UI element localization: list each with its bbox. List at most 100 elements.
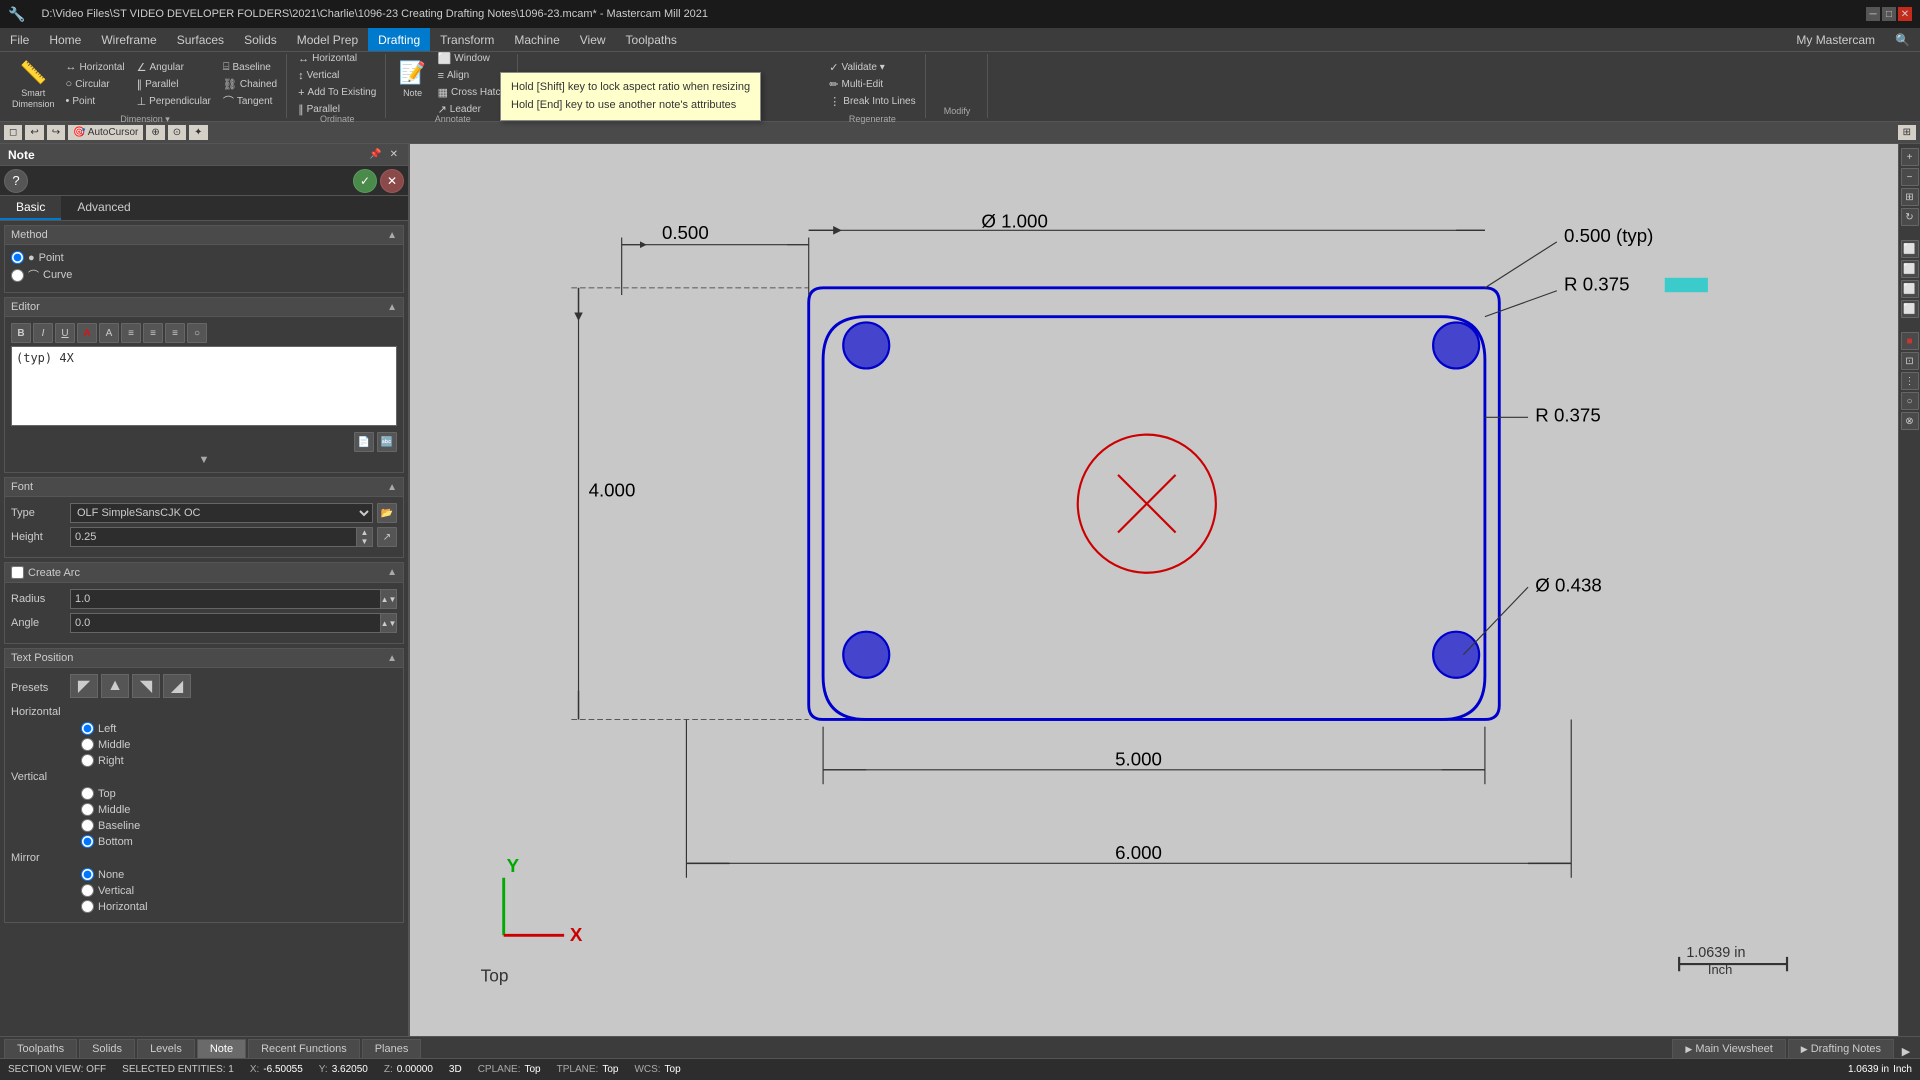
align-center-btn[interactable]: ≡: [143, 323, 163, 343]
menu-drafting[interactable]: Drafting: [368, 28, 430, 51]
right-misc2[interactable]: ⊡: [1901, 352, 1919, 370]
minimize-button[interactable]: ─: [1866, 7, 1880, 21]
menu-solids[interactable]: Solids: [234, 28, 287, 51]
align-right-btn[interactable]: ≡: [165, 323, 185, 343]
angular-dim-btn[interactable]: ∠ Angular: [132, 59, 216, 75]
chained-dim-btn[interactable]: ⛓ Chained: [218, 76, 282, 92]
view2-btn[interactable]: ⬜: [1901, 260, 1919, 278]
tab-recent[interactable]: Recent Functions: [248, 1039, 360, 1058]
tab-basic[interactable]: Basic: [0, 196, 61, 220]
font-height-input[interactable]: [70, 527, 357, 547]
maximize-button[interactable]: □: [1882, 7, 1896, 21]
right-misc4[interactable]: ○: [1901, 392, 1919, 410]
right-misc5[interactable]: ⊗: [1901, 412, 1919, 430]
text-edit-btn2[interactable]: 🔤: [377, 432, 397, 452]
expand-editor-btn[interactable]: ▼: [199, 454, 210, 466]
angle-arrows[interactable]: ▲▼: [381, 613, 397, 633]
tab-toolpaths[interactable]: Toolpaths: [4, 1039, 77, 1058]
tab-note[interactable]: Note: [197, 1039, 246, 1058]
secondary-btn-1[interactable]: ◻: [4, 125, 22, 140]
create-arc-checkbox[interactable]: [11, 566, 24, 579]
menu-search[interactable]: 🔍: [1885, 28, 1920, 51]
tab-drafting-notes[interactable]: ▶Drafting Notes: [1788, 1039, 1894, 1058]
circular-dim-btn[interactable]: ○ Circular: [61, 76, 130, 92]
window-btn[interactable]: ⬜ Window: [433, 51, 511, 67]
smart-dimension-btn[interactable]: 📏 SmartDimension: [8, 58, 59, 110]
v-baseline-radio[interactable]: [81, 819, 94, 832]
view4-btn[interactable]: ⬜: [1901, 300, 1919, 318]
tab-scroll[interactable]: ▶: [1896, 1045, 1916, 1058]
point-radio[interactable]: [11, 251, 24, 264]
tab-levels[interactable]: Levels: [137, 1039, 195, 1058]
menu-view[interactable]: View: [570, 28, 616, 51]
preset-tl[interactable]: ◤: [70, 674, 98, 698]
font-browse-btn[interactable]: 📂: [377, 503, 397, 523]
preset-tr[interactable]: ◥: [132, 674, 160, 698]
v-middle-radio[interactable]: [81, 803, 94, 816]
font-height-btn[interactable]: ↗: [377, 527, 397, 547]
snap-btn[interactable]: ⊕: [146, 125, 164, 140]
zoom-out-btn[interactable]: −: [1901, 168, 1919, 186]
menu-home[interactable]: Home: [39, 28, 91, 51]
m-none-radio[interactable]: [81, 868, 94, 881]
view3-btn[interactable]: ⬜: [1901, 280, 1919, 298]
note-text-editor[interactable]: (typ) 4X: [11, 346, 397, 426]
perpendicular-dim-btn[interactable]: ⊥ Perpendicular: [132, 93, 216, 109]
add-to-existing-btn[interactable]: + Add To Existing: [293, 85, 381, 101]
secondary-btn-3[interactable]: ↪: [47, 125, 65, 140]
window-controls[interactable]: ─ □ ✕: [1866, 7, 1912, 21]
vertical-ord-btn[interactable]: ↕ Vertical: [293, 68, 381, 84]
tangent-dim-btn[interactable]: ⌒ Tangent: [218, 93, 282, 109]
ok-button[interactable]: ✓: [353, 169, 377, 193]
horizontal-dim-btn[interactable]: ↔ Horizontal: [61, 59, 130, 75]
italic-btn[interactable]: I: [33, 323, 53, 343]
v-bottom-radio[interactable]: [81, 835, 94, 848]
point-dim-btn[interactable]: • Point: [61, 93, 130, 109]
align-left-btn[interactable]: ≡: [121, 323, 141, 343]
menu-my-mastercam[interactable]: My Mastercam: [1786, 28, 1885, 51]
menu-file[interactable]: File: [0, 28, 39, 51]
menu-toolpaths[interactable]: Toolpaths: [616, 28, 687, 51]
multi-edit-btn[interactable]: ✏ Multi-Edit: [824, 76, 920, 92]
zoom-in-btn[interactable]: +: [1901, 148, 1919, 166]
view-controls[interactable]: ⊞: [1898, 125, 1916, 140]
tab-main-viewsheet[interactable]: ▶Main Viewsheet: [1672, 1039, 1785, 1058]
editor-header[interactable]: Editor ▲: [4, 297, 404, 317]
baseline-dim-btn[interactable]: ⌸ Baseline: [218, 59, 282, 75]
tab-solids[interactable]: Solids: [79, 1039, 135, 1058]
bold-btn[interactable]: B: [11, 323, 31, 343]
text-edit-btn1[interactable]: 📄: [354, 432, 374, 452]
menu-transform[interactable]: Transform: [430, 28, 504, 51]
panel-pin[interactable]: 📌: [367, 149, 383, 160]
curve-radio[interactable]: [11, 269, 24, 282]
fit-btn[interactable]: ⊞: [1901, 188, 1919, 206]
validate-btn[interactable]: ✓ Validate ▾: [824, 59, 920, 75]
font-size-btn[interactable]: A: [99, 323, 119, 343]
symbol-btn[interactable]: ○: [187, 323, 207, 343]
preset-br[interactable]: ◢: [163, 674, 191, 698]
font-type-select[interactable]: OLF SimpleSansCJK OC: [70, 503, 373, 523]
angle-input[interactable]: [70, 613, 381, 633]
text-position-header[interactable]: Text Position ▲: [4, 648, 404, 668]
underline-btn[interactable]: U: [55, 323, 75, 343]
snap-btn2[interactable]: ⊙: [168, 125, 186, 140]
right-misc3[interactable]: ⋮: [1901, 372, 1919, 390]
m-horizontal-radio[interactable]: [81, 900, 94, 913]
menu-machine[interactable]: Machine: [504, 28, 569, 51]
right-misc1[interactable]: ■: [1901, 332, 1919, 350]
radius-arrows[interactable]: ▲▼: [381, 589, 397, 609]
menu-wireframe[interactable]: Wireframe: [91, 28, 166, 51]
font-color-btn[interactable]: A: [77, 323, 97, 343]
create-arc-header[interactable]: Create Arc ▲: [4, 562, 404, 583]
h-left-radio[interactable]: [81, 722, 94, 735]
h-right-radio[interactable]: [81, 754, 94, 767]
canvas-area[interactable]: 0.500 Ø 1.000 0.500 (typ) R 0.375 4.000 …: [410, 144, 1898, 1036]
note-btn[interactable]: 📝 Note: [395, 58, 431, 110]
menu-model-prep[interactable]: Model Prep: [287, 28, 368, 51]
tab-advanced[interactable]: Advanced: [61, 196, 146, 220]
autocursor-toggle[interactable]: 🎯 AutoCursor: [68, 125, 143, 140]
rotate-btn[interactable]: ↻: [1901, 208, 1919, 226]
parallel-dim-btn[interactable]: ∥ Parallel: [132, 76, 216, 92]
preset-tc[interactable]: ▲: [101, 674, 129, 698]
horizontal-ord-btn[interactable]: ↔ Horizontal: [293, 51, 381, 67]
